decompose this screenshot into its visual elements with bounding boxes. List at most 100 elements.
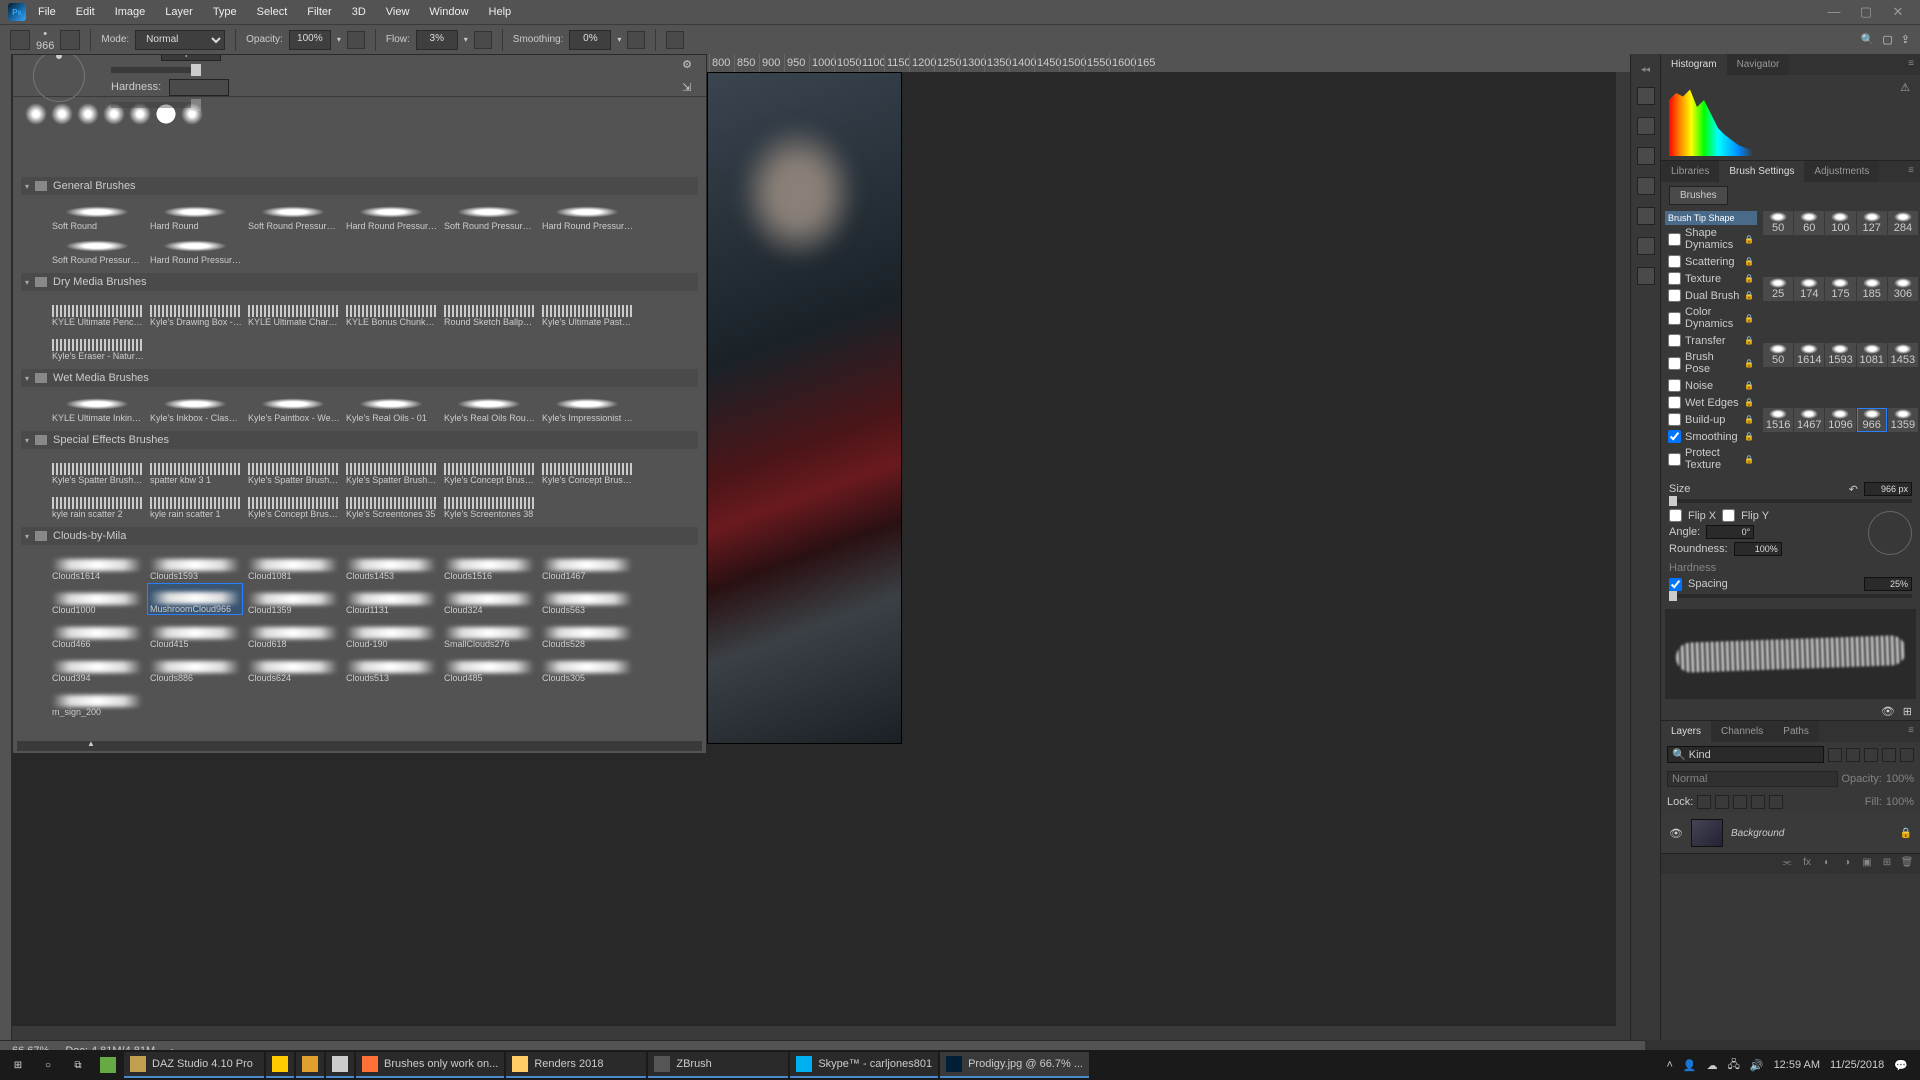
adjustment-layer-icon[interactable]: ◑ xyxy=(1840,857,1854,871)
brush-preset[interactable]: Kyle's Drawing Box - Ha... xyxy=(147,295,243,327)
menu-type[interactable]: Type xyxy=(203,2,247,22)
panel-menu-icon[interactable]: ≡ xyxy=(1902,54,1920,75)
brush-preset[interactable]: Kyle's Eraser - Natural E... xyxy=(49,329,145,361)
brush-preset[interactable]: Clouds624 xyxy=(245,651,341,683)
preview-toggle-icon[interactable]: 👁 xyxy=(1881,705,1895,718)
brush-preset[interactable]: Cloud324 xyxy=(441,583,537,615)
panel-icon[interactable] xyxy=(1637,207,1655,225)
lock-position-icon[interactable] xyxy=(1733,795,1747,809)
search-icon[interactable]: 🔍 xyxy=(1861,33,1875,46)
workspace-icon[interactable]: ▢ xyxy=(1882,33,1892,46)
brush-option-row[interactable]: Wet Edges🔒 xyxy=(1665,394,1757,411)
brush-preset[interactable]: Kyle's Paintbox - Wet Bl... xyxy=(245,391,341,423)
brush-preset[interactable]: KYLE Ultimate Charcoal... xyxy=(245,295,341,327)
taskbar-app[interactable]: DAZ Studio 4.10 Pro xyxy=(124,1052,264,1078)
brush-option-row[interactable]: Protect Texture🔒 xyxy=(1665,445,1757,473)
brush-preset[interactable]: spatter kbw 3 1 xyxy=(147,453,243,485)
recent-brush[interactable] xyxy=(77,103,99,125)
new-preset-icon[interactable]: ⊞ xyxy=(1903,705,1912,718)
brush-preset[interactable]: Cloud1081 xyxy=(245,549,341,581)
bs-size-reset-icon[interactable]: ↶ xyxy=(1849,483,1858,496)
brush-option-row[interactable]: Build-up🔒 xyxy=(1665,411,1757,428)
menu-filter[interactable]: Filter xyxy=(297,2,341,22)
brush-tip-shape-row[interactable]: Brush Tip Shape xyxy=(1665,211,1757,225)
brush-option-row[interactable]: Shape Dynamics🔒 xyxy=(1665,225,1757,253)
brush-preset[interactable]: Kyle's Spatter Brushes -... xyxy=(343,453,439,485)
panel-icon[interactable] xyxy=(1637,267,1655,285)
brush-preset[interactable]: Hard Round Pressure Op... xyxy=(539,199,635,231)
tray-volume-icon[interactable]: 🔊 xyxy=(1750,1059,1764,1072)
taskbar-app[interactable]: Prodigy.jpg @ 66.7% ... xyxy=(940,1052,1089,1078)
taskbar-app[interactable] xyxy=(326,1052,354,1078)
brush-tip-thumb[interactable]: 185 xyxy=(1857,277,1887,301)
brush-preset[interactable]: Clouds305 xyxy=(539,651,635,683)
filter-shape-icon[interactable] xyxy=(1882,748,1896,762)
tray-people-icon[interactable]: 👤 xyxy=(1683,1059,1697,1072)
expand-arrow-icon[interactable]: ◂◂ xyxy=(1641,64,1650,75)
brush-preset[interactable]: Kyle's Ultimate Pastel Pa... xyxy=(539,295,635,327)
brush-group-header[interactable]: ▾General Brushes xyxy=(21,177,698,195)
new-layer-icon[interactable]: ⊞ xyxy=(1880,857,1894,871)
brush-tip-thumb[interactable]: 1453 xyxy=(1888,343,1918,367)
recent-brush[interactable] xyxy=(51,103,73,125)
tab-libraries[interactable]: Libraries xyxy=(1661,161,1719,182)
brush-group-header[interactable]: ▾Special Effects Brushes xyxy=(21,431,698,449)
brush-tip-thumb[interactable]: 1081 xyxy=(1857,343,1887,367)
layer-fx-icon[interactable]: fx xyxy=(1800,857,1814,871)
size-input[interactable] xyxy=(161,54,221,61)
panel-menu-icon[interactable]: ≡ xyxy=(1902,161,1920,182)
panel-icon[interactable] xyxy=(1637,237,1655,255)
taskbar-app[interactable]: Brushes only work on... xyxy=(356,1052,504,1078)
brush-preset[interactable]: kyle rain scatter 2 xyxy=(49,487,145,519)
tab-navigator[interactable]: Navigator xyxy=(1727,54,1790,75)
bs-size-input[interactable] xyxy=(1864,482,1912,496)
brush-preset[interactable]: Cloud394 xyxy=(49,651,145,683)
histogram-warning-icon[interactable]: ⚠ xyxy=(1900,81,1910,94)
brush-tip-thumb[interactable]: 1516 xyxy=(1763,408,1793,432)
tools-panel[interactable] xyxy=(0,54,12,1040)
roundness-input[interactable] xyxy=(1734,542,1782,556)
spacing-input[interactable] xyxy=(1864,577,1912,591)
brushes-button[interactable]: Brushes xyxy=(1669,186,1728,205)
brush-group-header[interactable]: ▾Wet Media Brushes xyxy=(21,369,698,387)
tab-adjustments[interactable]: Adjustments xyxy=(1804,161,1879,182)
layer-name[interactable]: Background xyxy=(1731,828,1784,839)
layer-opacity-value[interactable]: 100% xyxy=(1886,773,1914,785)
brush-tip-thumb[interactable]: 306 xyxy=(1888,277,1918,301)
brush-tip-thumb[interactable]: 60 xyxy=(1794,211,1824,235)
hardness-slider[interactable] xyxy=(111,102,201,108)
brush-preset[interactable]: Cloud-190 xyxy=(343,617,439,649)
taskbar-app[interactable]: Skype™ - carljones801 xyxy=(790,1052,938,1078)
flow-input[interactable]: 3% xyxy=(416,30,458,50)
tray-date[interactable]: 11/25/2018 xyxy=(1830,1059,1884,1071)
brush-preset[interactable]: KYLE Ultimate Inking Th... xyxy=(49,391,145,423)
menu-select[interactable]: Select xyxy=(247,2,298,22)
brush-preset[interactable]: KYLE Ultimate Pencil Hard xyxy=(49,295,145,327)
lock-transparency-icon[interactable] xyxy=(1697,795,1711,809)
layer-thumbnail[interactable] xyxy=(1691,819,1723,847)
minimize-icon[interactable]: — xyxy=(1820,4,1848,20)
layer-row-background[interactable]: 👁 Background 🔒 xyxy=(1661,813,1920,853)
brush-preset[interactable]: Kyle's Concept Brushes -... xyxy=(245,487,341,519)
filter-adjust-icon[interactable] xyxy=(1846,748,1860,762)
menu-window[interactable]: Window xyxy=(419,2,478,22)
popup-gear-icon[interactable]: ⚙ xyxy=(682,58,692,71)
panel-icon[interactable] xyxy=(1637,177,1655,195)
brush-preset[interactable]: Soft Round Pressure Size xyxy=(245,199,341,231)
brush-tip-thumb[interactable]: 1614 xyxy=(1794,343,1824,367)
brush-preset[interactable]: Kyle's Concept Brushes -... xyxy=(539,453,635,485)
brush-size-readout[interactable]: 966 xyxy=(36,40,54,52)
blend-mode-select[interactable]: Normal xyxy=(1667,771,1838,787)
taskbar-app[interactable] xyxy=(296,1052,324,1078)
brush-preset[interactable]: Kyle's Spatter Brushes -... xyxy=(49,453,145,485)
menu-help[interactable]: Help xyxy=(479,2,522,22)
filter-type-icon[interactable] xyxy=(1864,748,1878,762)
group-icon[interactable]: ▣ xyxy=(1860,857,1874,871)
brush-preset[interactable]: Kyle's Inkbox - Classic C... xyxy=(147,391,243,423)
brush-tip-thumb[interactable]: 25 xyxy=(1763,277,1793,301)
visibility-icon[interactable]: 👁 xyxy=(1669,827,1683,840)
brush-preset[interactable]: Clouds513 xyxy=(343,651,439,683)
tab-histogram[interactable]: Histogram xyxy=(1661,54,1727,75)
brush-option-row[interactable]: Color Dynamics🔒 xyxy=(1665,304,1757,332)
brush-tip-thumb[interactable]: 100 xyxy=(1825,211,1855,235)
